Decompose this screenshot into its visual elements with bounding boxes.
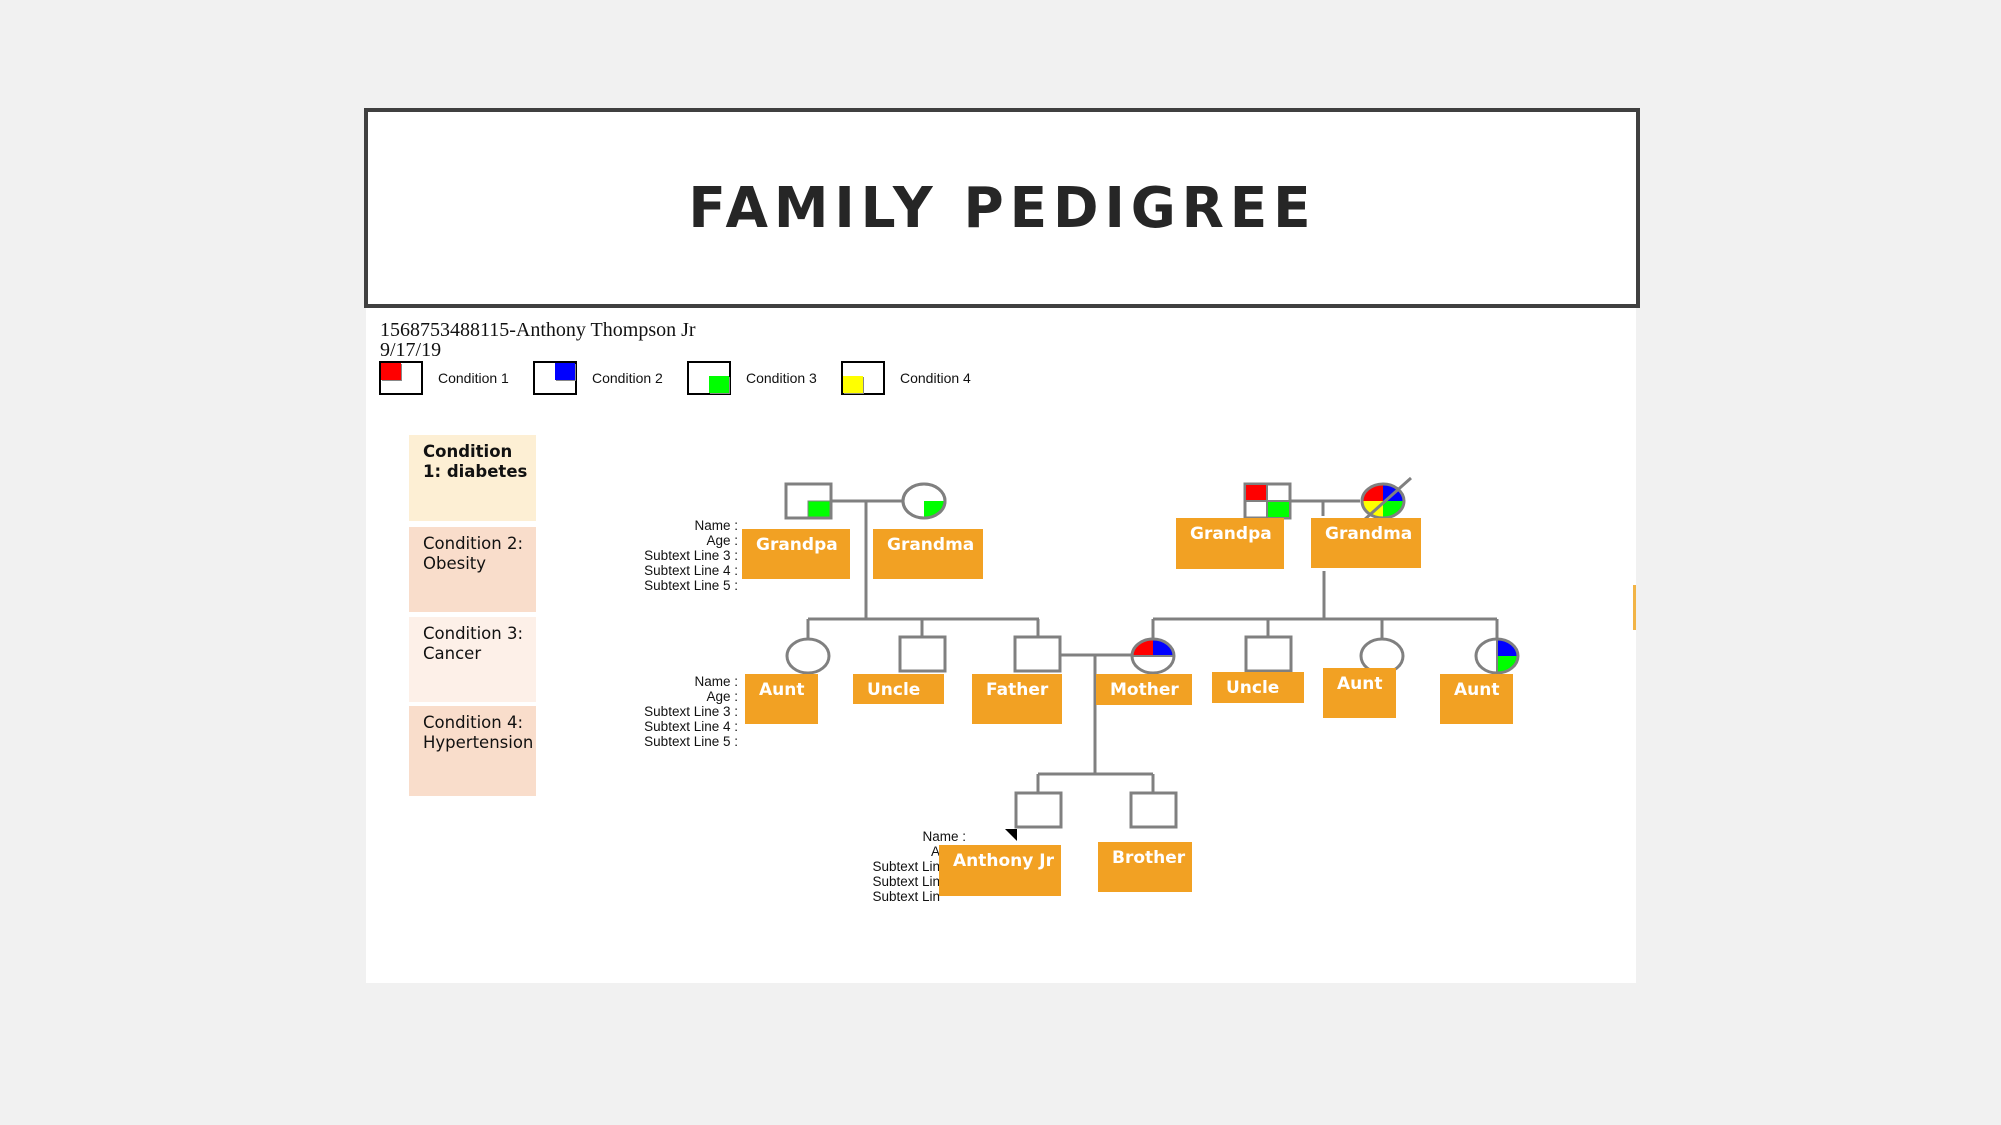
symbol-brother[interactable] [1129, 791, 1178, 829]
label-subtext-5: Subtext Line 5 : [644, 578, 738, 593]
symbol-proband-anthony-jr[interactable] [1005, 791, 1063, 841]
symbol-aunt-3[interactable] [1474, 637, 1520, 675]
label-subtext-3: Subtext Lin [872, 859, 940, 874]
label-age: A [930, 844, 940, 859]
label-age: Age : [706, 533, 738, 548]
name-box-mother[interactable]: Mother [1096, 674, 1192, 705]
name-box-aunt-1[interactable]: Aunt [745, 674, 818, 724]
label-subtext-5: Subtext Lin [872, 889, 940, 904]
label-subtext-3: Subtext Line 3 : [644, 548, 738, 563]
symbol-paternal-grandpa[interactable] [784, 482, 833, 520]
name-box-uncle-2[interactable]: Uncle [1212, 672, 1304, 703]
symbol-uncle-1[interactable] [898, 635, 947, 673]
name-box-brother[interactable]: Brother [1098, 842, 1192, 892]
pedigree-tree [784, 476, 1520, 841]
name-box-uncle-1[interactable]: Uncle [853, 674, 944, 704]
label-subtext-5: Subtext Line 5 : [644, 734, 738, 749]
info-labels-gen1: Name : Age : Subtext Line 3 : Subtext Li… [600, 518, 738, 593]
name-box-paternal-grandma[interactable]: Grandma [873, 529, 983, 579]
label-subtext-3: Subtext Line 3 : [644, 704, 738, 719]
slide-edge-marker [1633, 585, 1636, 630]
proband-arrow-icon [1005, 829, 1017, 841]
label-age: Age : [706, 689, 738, 704]
symbol-father[interactable] [1013, 635, 1062, 673]
label-name: Name : [922, 829, 966, 844]
name-box-aunt-2[interactable]: Aunt [1323, 668, 1396, 718]
name-box-paternal-grandpa[interactable]: Grandpa [742, 529, 850, 579]
name-box-proband[interactable]: Anthony Jr [939, 845, 1061, 896]
label-name: Name : [694, 518, 738, 533]
symbol-maternal-grandpa[interactable] [1243, 482, 1292, 520]
label-subtext-4: Subtext Line 4 : [644, 563, 738, 578]
name-box-father[interactable]: Father [972, 674, 1062, 724]
symbol-uncle-2[interactable] [1244, 635, 1293, 673]
symbol-mother[interactable] [1130, 637, 1176, 675]
info-labels-gen3: Name : [840, 829, 966, 844]
label-subtext-4: Subtext Lin [872, 874, 940, 889]
name-box-maternal-grandma[interactable]: Grandma [1311, 518, 1421, 568]
symbol-aunt-1[interactable] [785, 637, 831, 675]
name-box-aunt-3[interactable]: Aunt [1440, 674, 1513, 724]
symbol-maternal-grandma[interactable] [1360, 476, 1412, 522]
label-subtext-4: Subtext Line 4 : [644, 719, 738, 734]
label-name: Name : [694, 674, 738, 689]
name-box-maternal-grandpa[interactable]: Grandpa [1176, 518, 1284, 569]
info-labels-gen3-truncated: A Subtext Lin Subtext Lin Subtext Lin [840, 844, 940, 904]
symbol-paternal-grandma[interactable] [901, 482, 947, 520]
info-labels-gen2: Name : Age : Subtext Line 3 : Subtext Li… [600, 674, 738, 749]
